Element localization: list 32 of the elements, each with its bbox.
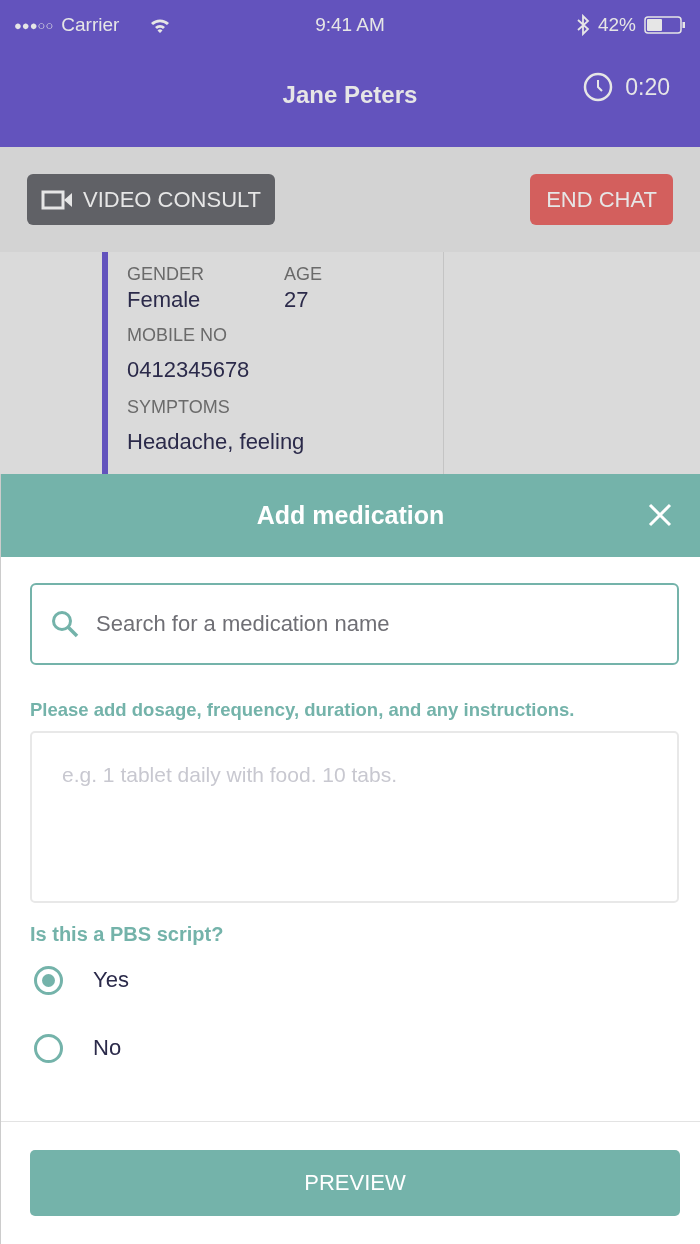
signal-dots: ●●●○○ [14, 17, 54, 33]
bluetooth-icon [575, 14, 590, 36]
battery-icon [644, 15, 686, 35]
sheet-title: Add medication [256, 501, 445, 530]
field-label: MOBILE NO [127, 325, 229, 346]
instructions-label: Please add dosage, frequency, duration, and any instructions. [30, 699, 576, 721]
field-value: Headache, feeling [127, 428, 306, 456]
close-button[interactable] [648, 503, 672, 527]
field-value: Female [127, 287, 202, 313]
close-icon [648, 503, 672, 527]
wifi-icon [149, 16, 172, 34]
clock-icon [583, 72, 614, 102]
patient-name: Jane Peters [282, 80, 418, 110]
timer-text: 0:20 [625, 73, 670, 101]
question-label: Is this a PBS script? [30, 923, 225, 946]
battery-percent: 42% [597, 14, 636, 36]
field-label: GENDER [127, 264, 205, 285]
radio-button[interactable] [34, 965, 63, 995]
video-consult-button[interactable]: VIDEO CONSULT [27, 174, 276, 225]
field-label: AGE [284, 264, 323, 285]
field-value: 27 [284, 287, 310, 313]
radio-button[interactable] [34, 1033, 63, 1063]
status-time: 9:41 AM [315, 14, 385, 36]
carrier-name: Carrier [61, 14, 120, 36]
field-label: SYMPTOMS [127, 397, 231, 418]
field-value: 0412345678 [127, 356, 251, 384]
search-icon [50, 609, 80, 639]
search-field[interactable]: Search for a medication name [30, 583, 679, 665]
option-label[interactable]: No [93, 1035, 122, 1061]
end-chat-button[interactable]: END CHAT [530, 174, 673, 225]
video-camera-icon [41, 188, 73, 211]
option-label[interactable]: Yes [93, 967, 129, 993]
